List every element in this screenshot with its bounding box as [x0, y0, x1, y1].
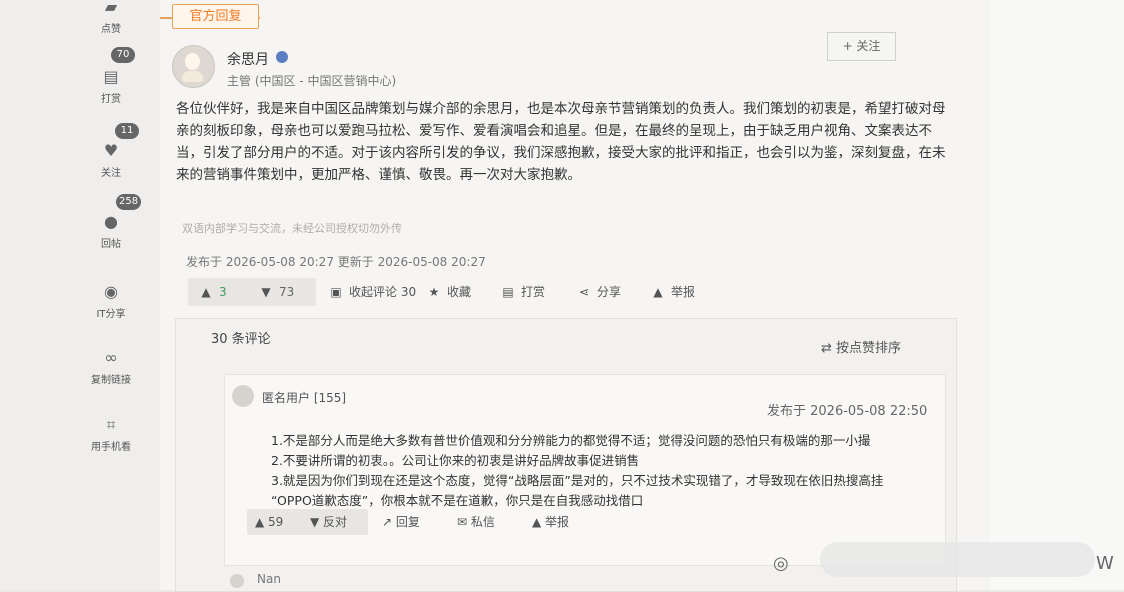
watermark-blur [820, 542, 1095, 577]
comment-user[interactable]: 匿名用户 [155] [262, 389, 346, 406]
sidebar-item-label: 关注 [101, 168, 121, 179]
sidebar-badge: 11 [115, 123, 139, 139]
comment-report-label: 举报 [545, 515, 570, 529]
sidebar-item-label: 打赏 [101, 94, 121, 105]
sidebar-item-share[interactable]: ◉ IT分享 [86, 282, 136, 321]
like-icon: ▰ [104, 0, 118, 16]
comment-icon: ▣ [330, 285, 342, 299]
follow-button[interactable]: + 关注 [827, 32, 896, 61]
post-time: 发布于 2026-05-08 20:27 更新于 2026-05-08 20:2… [186, 255, 486, 269]
tip-label: 打赏 [521, 285, 546, 299]
comment-report-button[interactable]: ▲ 举报 [532, 509, 569, 535]
sidebar-item-label: 回帖 [101, 239, 121, 250]
thumbs-up-icon: ▲ [201, 285, 211, 299]
author-avatar[interactable] [172, 45, 215, 88]
message-icon: ✉ [457, 515, 471, 529]
internal-note: 双语内部学习与交流，未经公司授权切勿外传 [182, 222, 402, 235]
scan-icon: ⌗ [106, 415, 116, 434]
author-name[interactable]: 余思月 [227, 49, 269, 69]
sidebar-item-copy-link[interactable]: ∞ 复制链接 [86, 348, 136, 387]
comment-time: 发布于 2026-05-08 22:50 [767, 404, 928, 419]
sort-icon: ⇄ [821, 341, 837, 356]
thumbs-up-icon: ▲ [255, 515, 269, 529]
share-label: 分享 [597, 285, 622, 299]
comment-like-button[interactable]: ▲ 59 [247, 509, 303, 535]
watermark-left: ◎ [773, 553, 789, 574]
share-icon: ◉ [104, 282, 118, 301]
comment-line: 2.不要讲所谓的初衷。。公司让你来的初衷是讲好品牌故事促进销售 [271, 453, 640, 468]
comment-text: 1.不是部分人而是绝大多数有普世价值观和分分辨能力的都觉得不适；觉得没问题的恐怕… [271, 431, 941, 511]
share-button[interactable]: ⋖ 分享 [576, 278, 621, 306]
favorite-button[interactable]: ★ 收藏 [426, 278, 471, 306]
dislike-button[interactable]: ▼ 73 [248, 278, 316, 306]
sidebar-item-follow[interactable]: ♥ 关注 258 [86, 141, 142, 210]
verified-icon [276, 51, 288, 63]
warning-icon: ▲ [532, 515, 546, 529]
favorite-label: 收藏 [447, 285, 472, 299]
star-icon: ★ [428, 285, 440, 299]
sidebar-item-mobile-view[interactable]: ⌗ 用手机看 [86, 415, 136, 454]
tip-button[interactable]: ▤ 打赏 [500, 278, 545, 306]
comment-line: 1.不是部分人而是绝大多数有普世价值观和分分辨能力的都觉得不适；觉得没问题的恐怕… [271, 433, 871, 448]
sidebar-item-label: 复制链接 [91, 375, 131, 386]
dislike-count: 73 [279, 285, 295, 299]
official-reply-tag: 官方回复 [172, 4, 259, 29]
post-panel: 官方回复 余思月 主管 (中国区 - 中国区营销中心) + 关注 各位伙伴好，我… [160, 0, 990, 592]
sidebar-item-like[interactable]: ▰ 点赞 70 [86, 0, 136, 63]
sort-by-likes-button[interactable]: ⇄ 按点赞排序 [821, 337, 901, 356]
post-action-bar: ▲ 3 ▼ 73 ▣ 收起评论 30 ★ 收藏 ▤ 打赏 ⋖ 分享 ▲ 举报 [188, 278, 728, 308]
comment-actions: ▲ 59 ▼ 反对 ↗ 回复 ✉ 私信 ▲ 举报 [247, 509, 687, 539]
like-button[interactable]: ▲ 3 [188, 278, 256, 306]
thumbs-down-icon: ▼ [261, 285, 271, 299]
tip-icon: ▤ [502, 285, 514, 299]
reply-icon: ↗ [382, 515, 396, 529]
comment-line: “OPPO道歉态度”，你根本就不是在道歉，你只是在自我感动找借口 [271, 493, 644, 508]
link-icon: ∞ [104, 348, 118, 367]
coin-icon: ▤ [103, 67, 119, 86]
collapse-comments-button[interactable]: ▣ 收起评论 30 [328, 278, 416, 306]
comment-line: 3.就是因为你们到现在还是这个态度，觉得“战略层面”是对的，只不过技术实现错了，… [271, 473, 884, 488]
warning-icon: ▲ [653, 285, 663, 299]
comment-icon: ● [104, 212, 118, 231]
next-comment-avatar [230, 574, 244, 588]
heart-icon: ♥ [103, 141, 119, 160]
report-button[interactable]: ▲ 举报 [650, 278, 695, 306]
report-label: 举报 [671, 285, 696, 299]
sidebar-badge: 258 [116, 194, 142, 210]
comment-reply-button[interactable]: ↗ 回复 [382, 509, 420, 535]
sidebar-item-label: 点赞 [101, 24, 121, 35]
sidebar-item-label: 用手机看 [91, 442, 131, 453]
right-blank-area [990, 0, 1124, 590]
comment-dislike-button[interactable]: ▼ 反对 [302, 509, 368, 535]
comment-dislike-label: 反对 [323, 515, 348, 529]
post-body: 各位伙伴好，我是来自中国区品牌策划与媒介部的余思月，也是本次母亲节营销策划的负责… [176, 101, 946, 183]
sidebar-item-tip[interactable]: ▤ 打赏 11 [86, 67, 139, 139]
comment-message-button[interactable]: ✉ 私信 [457, 509, 495, 535]
watermark-right: W [1096, 553, 1114, 574]
comment-item: 匿名用户 [155] 发布于 2026-05-08 22:50 1.不是部分人而… [224, 374, 946, 566]
comment-avatar [232, 385, 254, 407]
sidebar-badge: 70 [111, 47, 135, 63]
share-icon: ⋖ [578, 285, 590, 299]
sidebar-item-reply[interactable]: ● 回帖 [86, 212, 136, 251]
sidebar-item-label: IT分享 [96, 309, 126, 320]
left-sidebar: ▰ 点赞 70 ▤ 打赏 11 ♥ 关注 258 ● 回帖 ◉ IT分享 ∞ 复… [0, 0, 160, 590]
sort-label: 按点赞排序 [836, 341, 902, 356]
thumbs-down-icon: ▼ [310, 515, 324, 529]
collapse-comments-label: 收起评论 30 [349, 285, 417, 299]
next-comment-user[interactable]: Nan [257, 572, 281, 586]
author-role: 主管 (中国区 - 中国区营销中心) [227, 74, 397, 88]
like-count: 3 [219, 285, 227, 299]
comment-like-count: 59 [268, 515, 284, 529]
comment-reply-label: 回复 [395, 515, 420, 529]
comment-message-label: 私信 [470, 515, 495, 529]
comments-count: 30 条评论 [211, 332, 271, 347]
